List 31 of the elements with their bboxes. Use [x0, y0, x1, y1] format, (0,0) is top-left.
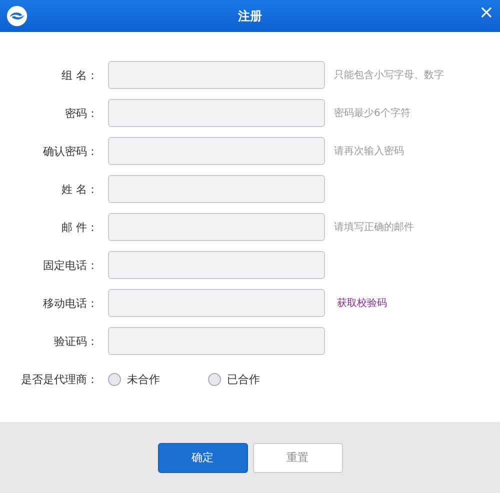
input-field[interactable]	[108, 213, 325, 241]
radio-button[interactable]	[108, 372, 121, 386]
radio-button[interactable]	[208, 372, 221, 386]
field-label: 邮 件：	[60, 220, 98, 234]
get-code-link[interactable]: 获取校验码	[337, 296, 387, 310]
radio-label: 已合作	[227, 372, 260, 386]
field-label: 组 名：	[60, 68, 98, 82]
input-field[interactable]	[108, 137, 325, 165]
field-label: 验证码：	[53, 334, 98, 348]
field-hint: 请再次输入密码	[334, 144, 404, 158]
field-label: 是否是代理商：	[20, 372, 98, 386]
field-hint: 只能包含小写字母、数字	[334, 68, 444, 82]
input-field[interactable]	[108, 289, 325, 317]
field-label: 移动电话：	[42, 296, 98, 310]
field-hint: 请填写正确的邮件	[334, 220, 414, 234]
input-field[interactable]	[108, 175, 325, 203]
field-label: 姓 名：	[60, 182, 98, 196]
input-field[interactable]	[108, 99, 325, 127]
confirm-button[interactable]: 确定	[158, 442, 248, 472]
field-label: 固定电话：	[42, 258, 98, 272]
input-field[interactable]	[108, 327, 325, 355]
field-label: 确认密码：	[42, 144, 98, 158]
input-field[interactable]	[108, 61, 325, 89]
input-field[interactable]	[108, 251, 325, 279]
window-title: 注册	[238, 8, 262, 24]
field-hint: 密码最少6个字符	[334, 106, 410, 120]
radio-label: 未合作	[127, 372, 160, 386]
logo-icon	[6, 5, 28, 27]
reset-button[interactable]: 重置	[252, 442, 342, 472]
close-button[interactable]: ×	[478, 2, 494, 23]
field-label: 密码：	[64, 106, 98, 120]
